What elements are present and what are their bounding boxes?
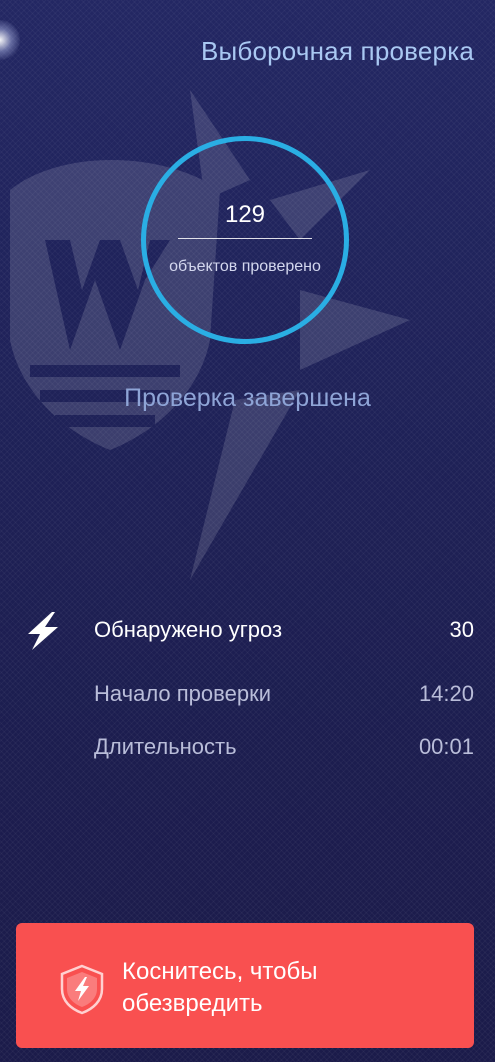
corner-glow: [0, 20, 20, 60]
scan-progress-ring: 129 объектов проверено: [141, 136, 349, 344]
scan-start-value: 14:20: [418, 681, 474, 706]
scan-start-row: Начало проверки 14:20: [94, 681, 474, 707]
lightning-bolt-icon: [28, 612, 58, 650]
scan-start-label: Начало проверки: [94, 681, 271, 706]
neutralize-label: Коснитесь, чтобы обезвредить: [122, 958, 318, 1017]
scanned-count-label: объектов проверено: [169, 258, 321, 275]
scan-status: Проверка завершена: [124, 384, 371, 412]
duration-row: Длительность 00:01: [94, 734, 474, 760]
duration-label: Длительность: [94, 734, 237, 759]
neutralize-threats-button[interactable]: Коснитесь, чтобы обезвредить: [16, 923, 474, 1048]
threats-row: Обнаружено угроз 30: [94, 617, 474, 643]
scanned-count: 129: [224, 201, 266, 228]
shield-lightning-icon: [60, 964, 104, 1015]
page-title: Выборочная проверка: [200, 36, 474, 66]
threats-value: 30: [449, 617, 474, 642]
threats-label: Обнаружено угроз: [94, 617, 283, 642]
duration-value: 00:01: [418, 734, 474, 759]
count-divider: [178, 238, 312, 239]
